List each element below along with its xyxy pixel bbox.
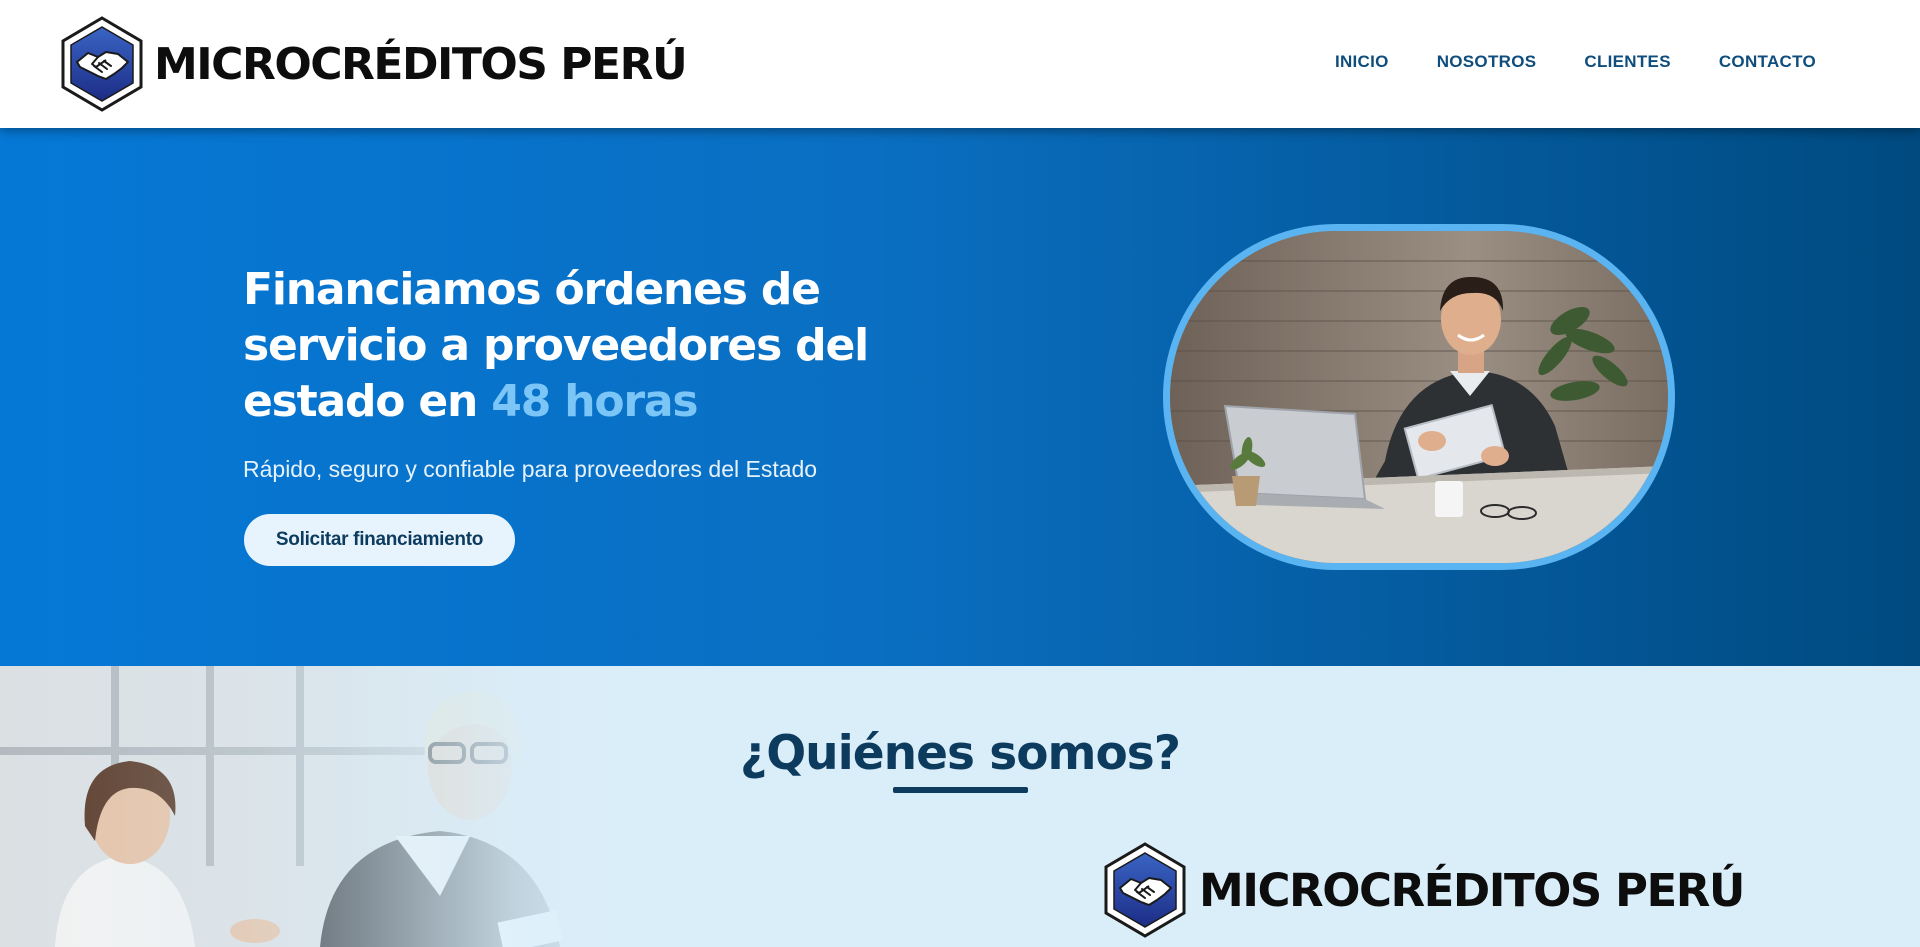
nav-link-clientes[interactable]: CLIENTES [1584,52,1670,72]
about-title: ¿Quiénes somos? [739,726,1181,781]
hero-subtitle: Rápido, seguro y confiable para proveedo… [243,456,818,482]
handshake-icon [1104,842,1186,938]
photo-fade-overlay [0,666,640,947]
nav-link-nosotros[interactable]: NOSOTROS [1437,52,1537,72]
request-financing-button[interactable]: Solicitar financiamiento [244,514,515,566]
nav-link-contacto[interactable]: CONTACTO [1719,52,1816,72]
hero-photo [1163,224,1675,570]
hero-section: Financiamos órdenes de servicio a provee… [0,128,1920,666]
hero-title-highlight: 48 horas [491,376,698,427]
brand-logo-link[interactable]: MICROCRÉDITOS PERÚ [60,16,688,112]
hero-title: Financiamos órdenes de servicio a provee… [243,262,883,430]
title-underline [893,787,1028,793]
about-brand: MICROCRÉDITOS PERÚ [1103,842,1745,938]
site-header: MICROCRÉDITOS PERÚ INICIO NOSOTROS CLIEN… [0,0,1920,128]
main-nav: INICIO NOSOTROS CLIENTES CONTACTO [1335,52,1816,72]
brand-name: MICROCRÉDITOS PERÚ [154,38,688,90]
businessman-photo [1170,231,1668,563]
about-brand-name: MICROCRÉDITOS PERÚ [1199,863,1745,917]
handshake-icon [61,16,143,112]
about-photo [0,666,640,947]
about-section: ¿Quiénes somos? MICROCRÉDITOS PERÚ [0,666,1920,947]
nav-link-inicio[interactable]: INICIO [1335,52,1389,72]
